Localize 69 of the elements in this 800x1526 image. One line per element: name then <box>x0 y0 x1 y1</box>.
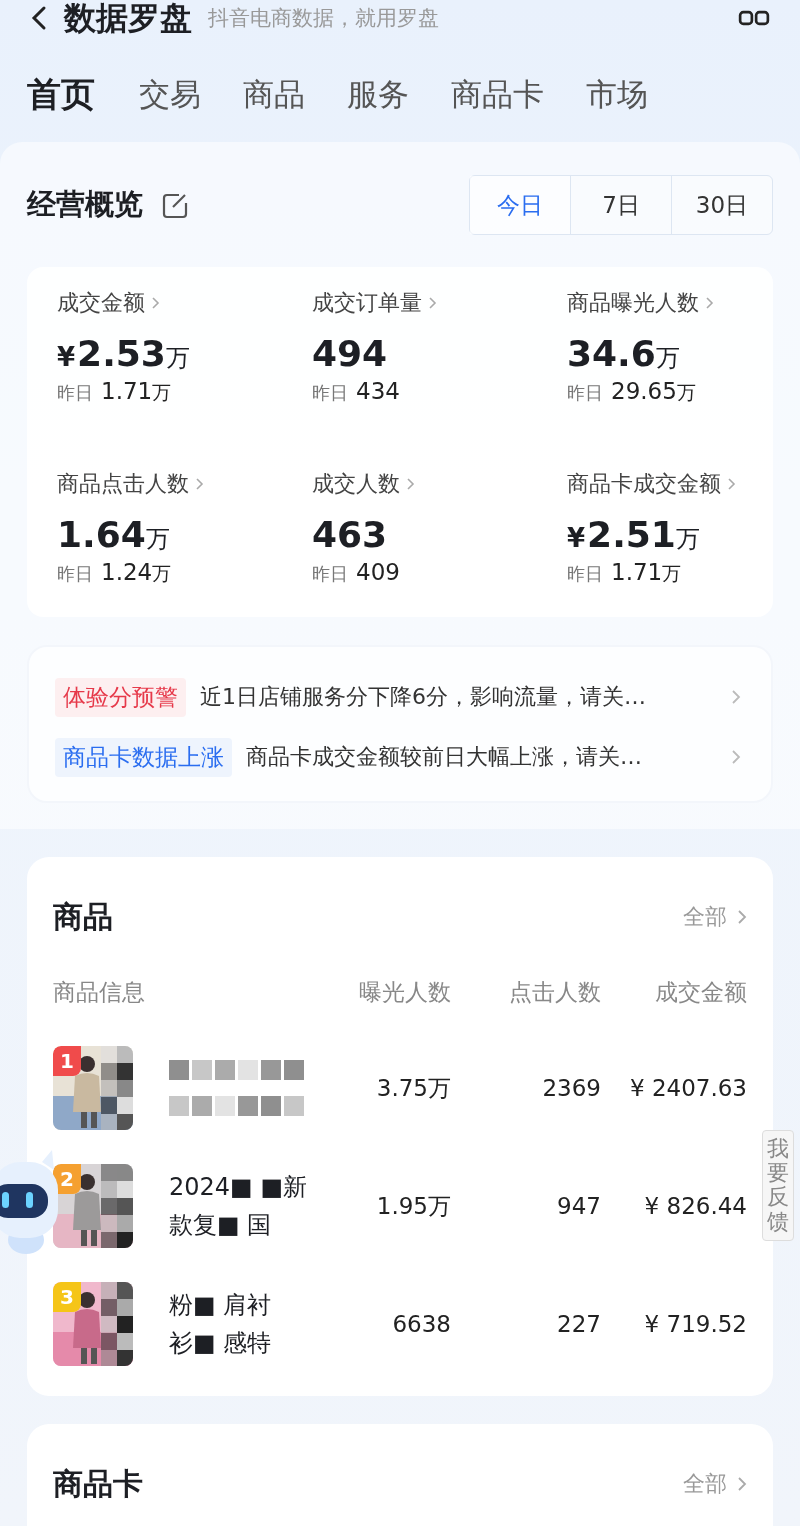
nav-tab[interactable]: 商品 <box>243 72 305 116</box>
compare-label: 昨日 <box>567 562 603 586</box>
metric-label[interactable]: 商品曝光人数 <box>567 288 699 318</box>
alert-text[interactable]: 近1日店铺服务分下降6分，影响流量，请关… <box>200 682 717 712</box>
nav-tab[interactable]: 服务 <box>347 72 409 116</box>
app-title: 数据罗盘 <box>64 1 192 35</box>
nav-tab[interactable]: 市场 <box>586 72 648 116</box>
table-cell-text: 2369 <box>541 1075 601 1101</box>
metric-value: 494 <box>312 333 388 374</box>
compare-label: 昨日 <box>312 381 348 405</box>
compare-label: 昨日 <box>312 562 348 586</box>
chevron-icon <box>406 477 415 491</box>
metric-label[interactable]: 成交金额 <box>57 288 145 318</box>
nav-tab[interactable]: 商品卡 <box>451 72 544 116</box>
column-header: 成交金额 <box>654 978 747 1007</box>
compare-label: 昨日 <box>57 562 93 586</box>
table-cell-text: 3.75万 <box>375 1073 451 1103</box>
metric-value: ¥2.51万 <box>567 514 700 555</box>
chevron-icon <box>151 296 160 310</box>
product-name[interactable]: 款复■ 国 <box>169 1209 319 1241</box>
compare-value: 434 <box>356 378 400 404</box>
card-title: 商品 <box>53 897 114 936</box>
compare-value: 409 <box>356 559 400 585</box>
metric-value: 1.64万 <box>57 514 170 555</box>
chevron-icon <box>727 477 736 491</box>
table-cell-text: 1.95万 <box>375 1191 451 1221</box>
table-cell-text: ¥ 719.52 <box>643 1311 747 1337</box>
table-cell-text: ¥ 826.44 <box>643 1193 747 1219</box>
back-icon[interactable] <box>30 4 48 32</box>
column-header: 曝光人数 <box>358 978 451 1007</box>
table-cell-text: 227 <box>556 1311 601 1337</box>
metric-value: 463 <box>312 514 388 555</box>
robot-mascot-icon[interactable] <box>0 1148 58 1254</box>
alert-tag: 体验分预警 <box>55 677 186 717</box>
nav-tab[interactable]: 首页 <box>27 72 95 116</box>
metric-value: 34.6万 <box>567 333 680 374</box>
table-cell-text: ¥ 2407.63 <box>628 1075 747 1101</box>
app-subtitle: 抖音电商数据，就用罗盘 <box>208 5 439 32</box>
metric-label[interactable]: 商品点击人数 <box>57 469 189 499</box>
metric-label[interactable]: 成交订单量 <box>312 288 422 318</box>
product-name[interactable]: 2024■ ■新 <box>169 1171 319 1203</box>
compare-value: 1.24万 <box>101 559 172 587</box>
table-cell-text: 6638 <box>391 1311 451 1337</box>
compare-value: 1.71万 <box>101 378 172 406</box>
period-tab[interactable]: 7日 <box>570 175 671 234</box>
section-title: 经营概览 <box>27 185 143 223</box>
chevron-icon <box>195 477 204 491</box>
rank-badge: 1 <box>53 1046 81 1076</box>
compare-label: 昨日 <box>567 381 603 405</box>
compare-value: 29.65万 <box>611 378 696 406</box>
product-name[interactable]: 衫■ 感特 <box>169 1327 319 1359</box>
column-header: 点击人数 <box>508 978 601 1007</box>
alert-text[interactable]: 商品卡成交金额较前日大幅上涨，请关… <box>246 742 717 772</box>
column-header: 商品信息 <box>53 978 146 1007</box>
metric-label[interactable]: 商品卡成交金额 <box>567 469 721 499</box>
rank-badge: 3 <box>53 1282 81 1312</box>
compare-label: 昨日 <box>57 381 93 405</box>
table-cell-text: 947 <box>556 1193 601 1219</box>
metric-value: ¥2.53万 <box>57 333 190 374</box>
period-tab[interactable]: 30日 <box>671 175 772 234</box>
menu-icon[interactable] <box>738 10 770 26</box>
nav-tab[interactable]: 交易 <box>139 72 201 116</box>
alert-tag: 商品卡数据上涨 <box>55 737 232 777</box>
card-title: 商品卡 <box>53 1464 144 1503</box>
product-name[interactable]: 粉■ 肩衬 <box>169 1289 319 1321</box>
compare-value: 1.71万 <box>611 559 682 587</box>
chevron-icon <box>428 296 437 310</box>
metric-label[interactable]: 成交人数 <box>312 469 400 499</box>
chevron-icon <box>705 296 714 310</box>
